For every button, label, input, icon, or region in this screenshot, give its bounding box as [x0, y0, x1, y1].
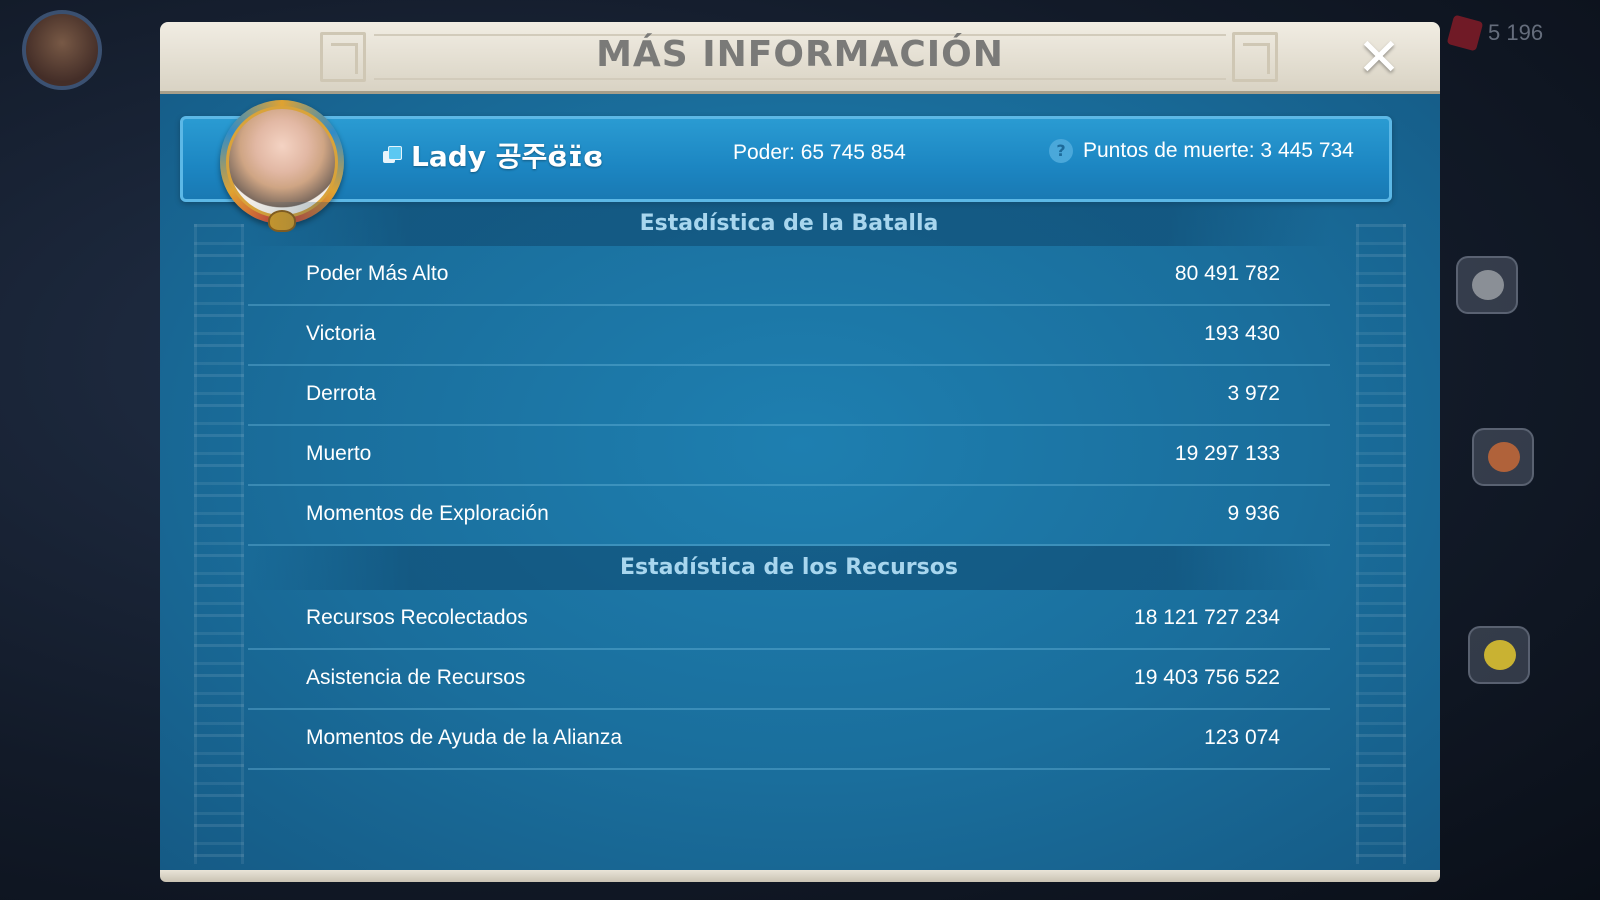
death-points: Puntos de muerte: 3 445 734 [1083, 139, 1354, 162]
stat-label: Derrota [306, 382, 377, 405]
modal-title: MÁS INFORMACIÓN [596, 34, 1004, 75]
stat-row-scout-times: Momentos de Exploración 9 936 [248, 486, 1330, 546]
stat-row-victory: Victoria 193 430 [248, 306, 1330, 366]
battle-stats-header: Estadística de la Batalla [248, 202, 1330, 246]
player-power: Poder: 65 745 854 [733, 141, 906, 164]
help-icon[interactable]: ? [1049, 139, 1073, 163]
corn-resource-button[interactable] [1468, 626, 1530, 684]
more-info-modal: MÁS INFORMACIÓN ✕ Lady 공주ɞ̈ɪ̈ɞ Poder: 65… [160, 22, 1440, 882]
greek-key-border-right [1356, 224, 1406, 864]
stat-label: Asistencia de Recursos [306, 666, 526, 689]
close-button[interactable]: ✕ [1352, 32, 1406, 86]
wood-icon [1488, 442, 1520, 472]
stat-label: Recursos Recolectados [306, 606, 528, 629]
stone-resource-button[interactable] [1456, 256, 1518, 314]
stat-value: 3 972 [1227, 382, 1280, 405]
player-name-group: Lady 공주ɞ̈ɪ̈ɞ [383, 135, 604, 175]
stat-row-dead: Muerto 19 297 133 [248, 426, 1330, 486]
stat-value: 193 430 [1204, 322, 1280, 345]
stat-label: Momentos de Ayuda de la Alianza [306, 726, 622, 749]
stat-label: Victoria [306, 322, 376, 345]
player-banner: Lady 공주ɞ̈ɪ̈ɞ Poder: 65 745 854 ? Puntos … [180, 116, 1392, 202]
modal-header: MÁS INFORMACIÓN ✕ [160, 22, 1440, 94]
resource-stats-header: Estadística de los Recursos [248, 546, 1330, 590]
greek-key-border-left [194, 224, 244, 864]
stat-value: 19 297 133 [1174, 442, 1280, 465]
background-player-avatar[interactable] [22, 10, 102, 90]
stat-value: 19 403 756 522 [1134, 666, 1280, 689]
stat-row-alliance-help: Momentos de Ayuda de la Alianza 123 074 [248, 710, 1330, 770]
wood-resource-button[interactable] [1472, 428, 1534, 486]
stat-row-defeat: Derrota 3 972 [248, 366, 1330, 426]
stat-value: 123 074 [1204, 726, 1280, 749]
stat-label: Poder Más Alto [306, 262, 449, 285]
stat-value: 18 121 727 234 [1134, 606, 1280, 629]
modal-footer [160, 870, 1440, 882]
death-points-group: ? Puntos de muerte: 3 445 734 [1049, 139, 1354, 163]
stat-row-highest-power: Poder Más Alto 80 491 782 [248, 246, 1330, 306]
stone-icon [1472, 270, 1504, 300]
corn-icon [1484, 640, 1516, 670]
stat-value: 9 936 [1227, 502, 1280, 525]
gem-count: 5 196 [1488, 20, 1544, 45]
stat-value: 80 491 782 [1174, 262, 1280, 285]
player-name: Lady 공주ɞ̈ɪ̈ɞ [411, 140, 604, 173]
stat-label: Momentos de Exploración [306, 502, 549, 525]
stat-row-resources-gathered: Recursos Recolectados 18 121 727 234 [248, 590, 1330, 650]
gem-icon [1446, 14, 1484, 52]
copy-icon[interactable] [383, 146, 402, 164]
stat-label: Muerto [306, 442, 372, 465]
stat-row-resource-assistance: Asistencia de Recursos 19 403 756 522 [248, 650, 1330, 710]
